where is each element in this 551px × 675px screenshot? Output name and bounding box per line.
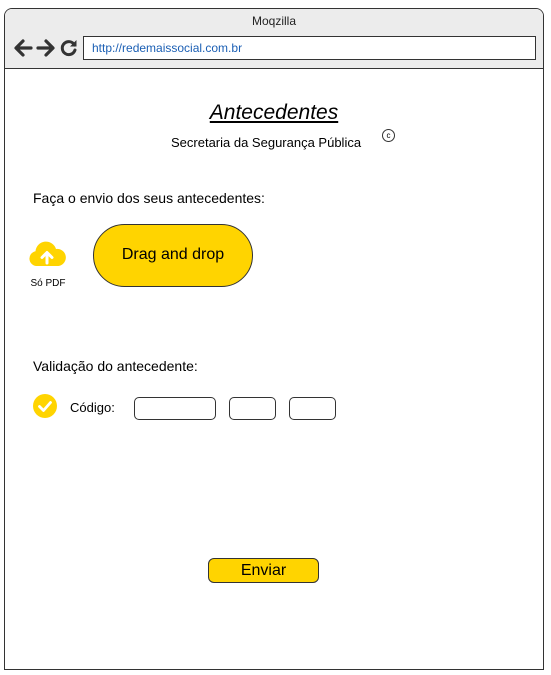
check-circle-icon[interactable] bbox=[33, 394, 57, 423]
reload-icon[interactable] bbox=[59, 37, 79, 59]
page-subtitle: Secretaria da Segurança Pública bbox=[171, 135, 362, 150]
url-bar[interactable] bbox=[83, 36, 536, 60]
copyright-icon: c bbox=[382, 129, 395, 142]
code-input-3[interactable] bbox=[289, 397, 336, 420]
forward-arrow-icon[interactable] bbox=[36, 37, 56, 59]
upload-instruction: Faça o envio dos seus antecedentes: bbox=[33, 190, 265, 206]
code-input-2[interactable] bbox=[229, 397, 276, 420]
pdf-only-note: Só PDF bbox=[30, 278, 66, 289]
browser-title: Moqzilla bbox=[251, 14, 296, 28]
validation-label: Validação do antecedente: bbox=[33, 358, 198, 374]
back-arrow-icon[interactable] bbox=[13, 37, 33, 59]
browser-chrome: Moqzilla bbox=[5, 9, 543, 69]
page-title: Antecedentes bbox=[209, 101, 339, 124]
code-input-1[interactable] bbox=[134, 397, 216, 420]
send-button[interactable]: Enviar bbox=[208, 558, 319, 583]
drag-and-drop-zone[interactable]: Drag and drop bbox=[93, 224, 253, 287]
browser-window: Moqzilla Antecedentes Secretaria da Segu… bbox=[4, 8, 544, 670]
cloud-upload-icon[interactable] bbox=[27, 241, 67, 274]
code-label: Código: bbox=[70, 400, 115, 415]
